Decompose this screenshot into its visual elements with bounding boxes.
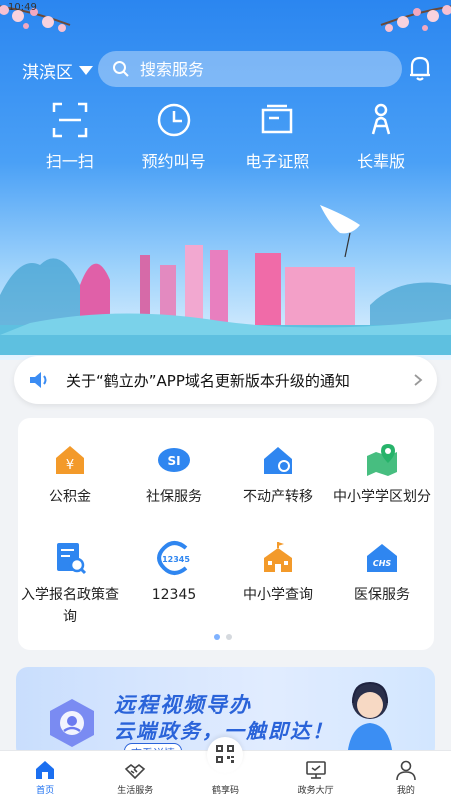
user-icon (396, 760, 416, 781)
page-dot (226, 634, 232, 640)
service-label: 中小学查询 (243, 587, 313, 603)
service-label: 公积金 (49, 489, 91, 505)
quick-actions: 扫一扫 预约叫号 电子证照 长辈版 (0, 100, 451, 180)
tab-label: 鹤享码 (211, 786, 239, 796)
svg-text:¥: ¥ (66, 458, 74, 473)
qr-code-bubble (207, 737, 244, 773)
tab-qr-code[interactable]: 鹤享码 (185, 737, 265, 802)
service-real-estate[interactable]: 不动产转移 (226, 442, 330, 508)
scan-icon (52, 102, 88, 138)
city-skyline-illustration (0, 205, 451, 355)
notice-text: 关于“鹤立办”APP域名更新版本升级的通知 (66, 371, 350, 390)
tab-label: 政务大厅 (297, 786, 334, 796)
enrollment-policy-icon (57, 543, 87, 575)
home-icon (36, 761, 55, 779)
bell-icon[interactable] (407, 54, 433, 82)
service-label: 社保服务 (146, 489, 202, 505)
customer-service-avatar (347, 681, 393, 759)
qr-code-icon (216, 745, 235, 763)
medical-insurance-icon: CHS (367, 544, 397, 572)
service-medical-insurance[interactable]: CHS 医保服务 (330, 540, 434, 606)
service-label: 不动产转移 (243, 489, 313, 505)
service-label: 中小学学区划分 (333, 489, 431, 505)
video-guide-icon (50, 699, 94, 747)
tab-label: 我的 (396, 786, 415, 796)
page-indicator (214, 634, 232, 640)
service-label: 入学报名政策查询 (21, 587, 119, 625)
district-label: 淇滨区 (22, 63, 73, 83)
svg-text:12345: 12345 (162, 555, 190, 564)
tab-government-hall[interactable]: 政务大厅 (276, 751, 356, 802)
service-social-security[interactable]: SI 社保服务 (122, 442, 226, 508)
notice-bar[interactable]: 关于“鹤立办”APP域名更新版本升级的通知 (14, 356, 437, 404)
quick-action-scan[interactable]: 扫一扫 (22, 100, 118, 180)
quick-action-appointment[interactable]: 预约叫号 (126, 100, 222, 180)
quick-action-elder-mode[interactable]: 长辈版 (333, 100, 429, 180)
cherry-blossom-decoration-right (380, 5, 451, 32)
svg-text:CHS: CHS (373, 559, 392, 568)
social-security-icon: SI (158, 448, 190, 472)
quick-action-label: 扫一扫 (45, 152, 94, 171)
search-input[interactable] (140, 59, 360, 79)
page-dot-active (214, 634, 220, 640)
svg-text:SI: SI (167, 454, 180, 468)
service-label: 12345 (151, 587, 197, 603)
school-building-icon (264, 542, 292, 572)
tab-life-services[interactable]: 生活服务 (95, 751, 175, 802)
search-icon (113, 61, 129, 77)
tab-me[interactable]: 我的 (366, 751, 446, 802)
service-school-query[interactable]: 中小学查询 (226, 540, 330, 606)
top-bar: 淇滨区 (0, 48, 451, 90)
tab-label: 生活服务 (117, 786, 154, 796)
quick-action-label: 长辈版 (357, 152, 406, 171)
caret-down-icon (79, 66, 93, 75)
hero-banner: 10:49 淇滨区 扫一扫 (0, 0, 451, 360)
service-grid: ¥ 公积金 SI 社保服务 不动产转移 中小学学区划分 入学报名政策查询 123… (18, 418, 434, 650)
bottom-tab-bar: 首页 生活服务 鹤享码 政务大厅 我的 (0, 737, 451, 802)
status-time: 10:49 (8, 2, 37, 13)
chevron-right-icon (414, 374, 423, 386)
service-label: 医保服务 (354, 587, 410, 603)
service-hotline-12345[interactable]: 12345 12345 (122, 540, 226, 606)
service-enrollment-policy[interactable]: 入学报名政策查询 (18, 540, 122, 628)
district-selector[interactable]: 淇滨区 (22, 58, 93, 83)
quick-action-label: 预约叫号 (141, 152, 206, 171)
speaker-icon (30, 372, 47, 388)
housing-fund-icon: ¥ (56, 446, 84, 474)
elder-icon (371, 103, 391, 135)
school-district-map-icon (367, 444, 397, 476)
search-bar[interactable] (98, 51, 402, 87)
handshake-icon (125, 763, 146, 780)
service-housing-fund[interactable]: ¥ 公积金 (18, 442, 122, 508)
tab-home[interactable]: 首页 (5, 751, 85, 802)
clock-icon (157, 103, 190, 137)
hotline-12345-icon: 12345 (157, 541, 190, 575)
monitor-icon (305, 761, 326, 779)
service-school-district[interactable]: 中小学学区划分 (330, 442, 434, 508)
tab-label: 首页 (36, 786, 55, 796)
quick-action-e-license[interactable]: 电子证照 (229, 100, 325, 180)
card-icon (262, 104, 293, 134)
real-estate-icon (264, 447, 292, 474)
quick-action-label: 电子证照 (245, 152, 310, 171)
